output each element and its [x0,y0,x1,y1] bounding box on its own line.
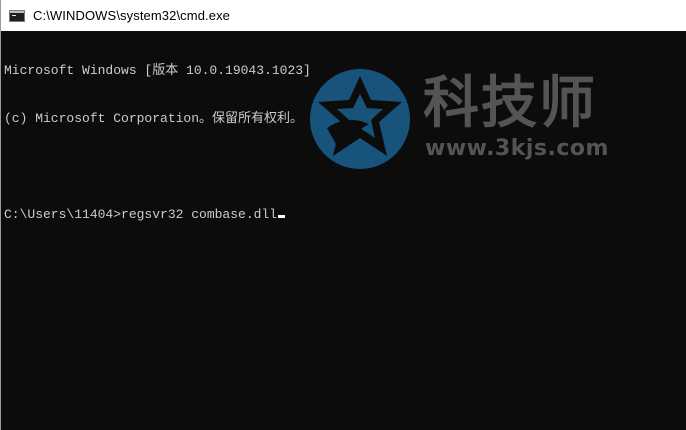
watermark-title: 科技师 [423,71,597,136]
command-prompt-line[interactable]: C:\Users\11404>regsvr32 combase.dll [4,207,680,223]
cmd-console-icon[interactable] [9,9,25,22]
window-title: C:\WINDOWS\system32\cmd.exe [33,8,231,23]
watermark: 科技师 www.3kjs.com [307,64,609,174]
title-bar[interactable]: C:\WINDOWS\system32\cmd.exe [1,0,686,31]
star-circle-logo [310,69,410,169]
cmd-window: C:\WINDOWS\system32\cmd.exe Microsoft Wi… [0,0,686,430]
command-prompt-text: C:\Users\11404>regsvr32 combase.dll [4,207,278,222]
watermark-url: www.3kjs.com [425,136,609,161]
text-cursor [278,215,286,218]
